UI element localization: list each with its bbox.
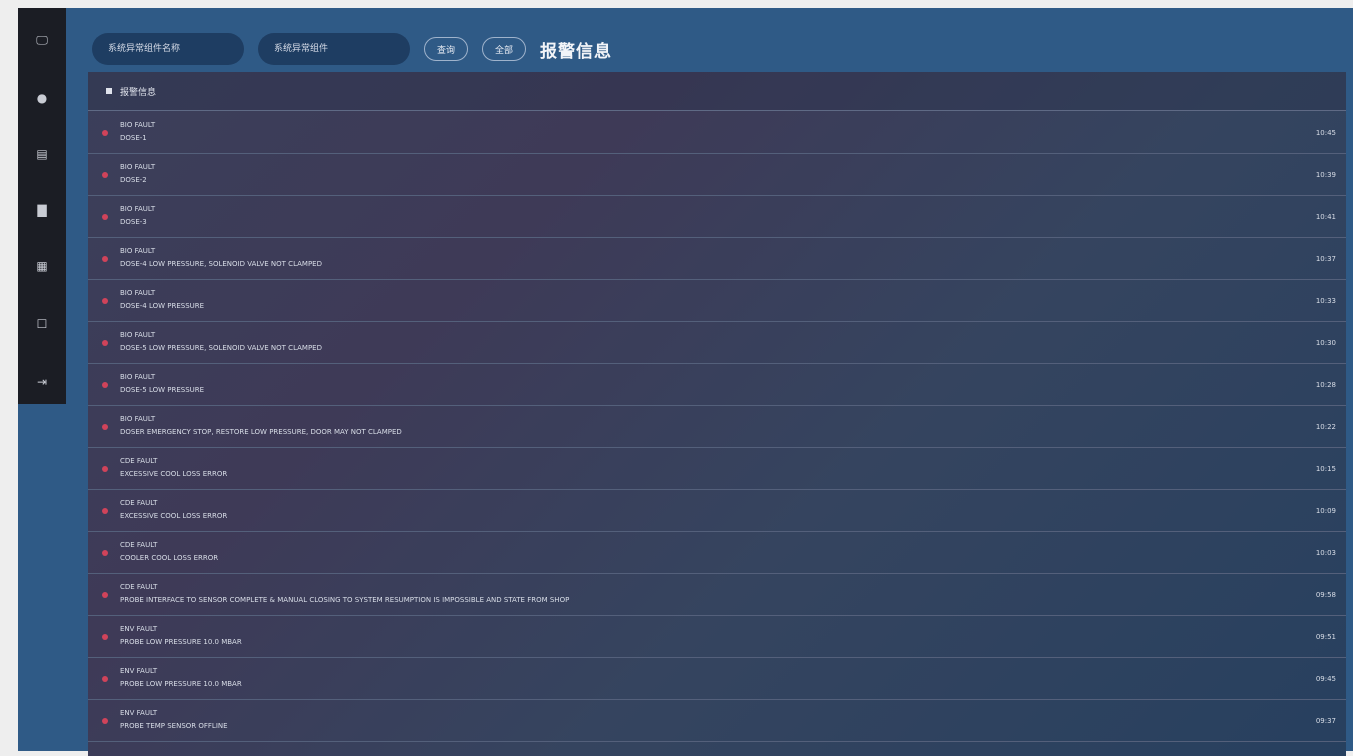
alarm-code: CDE FAULT [120,541,158,549]
alarm-row[interactable]: ENV FAULT PROBE LOW PRESSURE 10.0 MBAR 09:… [88,658,1346,700]
alarm-panel: 报警信息 BIO FAULT DOSE-1 10:45 BIO FAULT DOSE-2… [88,72,1346,756]
logout-icon[interactable]: ⇥ [30,370,54,394]
alarm-dot-icon [102,718,108,724]
alarm-row[interactable]: CDE FAULT PROBE INTERFACE TO SENSOR COMPL… [88,574,1346,616]
alarm-code: BIO FAULT [120,121,156,129]
folder-icon[interactable]: ▤ [30,142,54,166]
alarm-code: BIO FAULT [120,163,156,171]
alarm-time: 10:03 [1315,549,1336,557]
all-button[interactable]: 全部 [482,37,527,61]
alarm-row[interactable]: BIO FAULT DOSER EMERGENCY STOP, RESTORE L… [88,406,1346,448]
panel-header-label: 报警信息 [120,87,157,98]
alarm-message: EXCESSIVE COOL LOSS ERROR [120,512,228,520]
monitor-icon[interactable]: 🖵 [30,28,54,52]
component-search-input[interactable] [258,33,410,65]
alarm-dot-icon [102,466,108,472]
query-button[interactable]: 查询 [424,37,469,61]
alarm-row[interactable]: CDE FAULT COOLER COOL LOSS ERROR 10:03 [88,532,1346,574]
alarm-time: 10:15 [1315,465,1336,473]
alarm-row[interactable]: BIO FAULT DOSE-4 LOW PRESSURE 10:33 [88,280,1346,322]
alarm-message: DOSE-3 [120,218,147,226]
alarm-time: 09:51 [1315,633,1336,641]
alarm-message: DOSE-4 LOW PRESSURE, SOLENOID VALVE NOT … [120,260,322,268]
alarm-time: 09:45 [1315,675,1336,683]
alarm-message: PROBE LOW PRESSURE 10.0 MBAR [120,638,242,646]
sidebar: 🖵 ● ▤ ▇ ▦ ☐ ⇥ [18,8,66,404]
alarm-row[interactable]: BIO FAULT DOSE-1 10:45 [88,112,1346,154]
alarm-dot-icon [102,256,108,262]
component-name-search-input[interactable] [92,33,244,65]
alarm-row[interactable]: ENV FAULT PROBE TEMP SENSOR OFFLINE 09:37 [88,700,1346,742]
alarm-code: CDE FAULT [120,583,158,591]
alarm-dot-icon [102,676,108,682]
alarm-time: 10:41 [1315,213,1336,221]
alarm-time: 10:09 [1315,507,1336,515]
alarm-code: BIO FAULT [120,247,156,255]
alarm-row[interactable]: BIO FAULT DOSE-4 LOW PRESSURE, SOLENOID V… [88,238,1346,280]
alarm-list: BIO FAULT DOSE-1 10:45 BIO FAULT DOSE-2 10:39… [88,112,1346,742]
alarm-dot-icon [102,382,108,388]
alarm-message: DOSE-1 [120,134,147,142]
alarm-row[interactable]: BIO FAULT DOSE-5 LOW PRESSURE 10:28 [88,364,1346,406]
alarm-time: 09:37 [1315,717,1336,725]
alarm-message: DOSER EMERGENCY STOP, RESTORE LOW PRESSU… [120,428,402,436]
alarm-code: ENV FAULT [120,667,158,675]
toolbar: 查询 全部 报警信息 [92,30,1342,68]
alarm-message: PROBE TEMP SENSOR OFFLINE [120,722,228,730]
alarm-time: 10:39 [1315,171,1336,179]
page-title: 报警信息 [540,41,613,62]
alarm-message: DOSE-5 LOW PRESSURE [120,386,205,394]
alarm-time: 09:58 [1315,591,1336,599]
alarm-dot-icon [102,298,108,304]
app-window: 🖵 ● ▤ ▇ ▦ ☐ ⇥ 查询 全部 报警信息 报警信息 BIO FAULT DOSE-1 1… [18,8,1353,756]
alarm-dot-icon [102,550,108,556]
alarm-message: COOLER COOL LOSS ERROR [120,554,219,562]
alarm-code: BIO FAULT [120,289,156,297]
alarm-code: BIO FAULT [120,373,156,381]
alarm-message: PROBE INTERFACE TO SENSOR COMPLETE & MAN… [120,596,570,604]
alarm-code: CDE FAULT [120,499,158,507]
panel-header: 报警信息 [88,72,1346,111]
alarm-row[interactable]: BIO FAULT DOSE-2 10:39 [88,154,1346,196]
alarm-code: ENV FAULT [120,709,158,717]
alarm-dot-icon [102,508,108,514]
alarm-dot-icon [102,214,108,220]
alarm-time: 10:45 [1315,129,1336,137]
square-bullet-icon [106,88,112,94]
alarm-time: 10:22 [1315,423,1336,431]
alarm-message: DOSE-4 LOW PRESSURE [120,302,205,310]
alarm-row[interactable]: BIO FAULT DOSE-3 10:41 [88,196,1346,238]
alarm-time: 10:33 [1315,297,1336,305]
alarm-time: 10:28 [1315,381,1336,389]
alarm-dot-icon [102,130,108,136]
document-icon[interactable]: ▇ [30,198,54,222]
alarm-row[interactable]: CDE FAULT EXCESSIVE COOL LOSS ERROR 10:15 [88,448,1346,490]
alarm-message: DOSE-5 LOW PRESSURE, SOLENOID VALVE NOT … [120,344,322,352]
alarm-row[interactable]: CDE FAULT EXCESSIVE COOL LOSS ERROR 10:09 [88,490,1346,532]
calendar-icon[interactable]: ☐ [30,312,54,336]
alarm-code: ENV FAULT [120,625,158,633]
alarm-message: EXCESSIVE COOL LOSS ERROR [120,470,228,478]
alarm-time: 10:30 [1315,339,1336,347]
gauge-icon[interactable]: ● [30,86,54,110]
alarm-code: CDE FAULT [120,457,158,465]
alarm-dot-icon [102,424,108,430]
alarm-code: BIO FAULT [120,415,156,423]
report-icon[interactable]: ▦ [30,254,54,278]
alarm-dot-icon [102,634,108,640]
alarm-row[interactable]: ENV FAULT PROBE LOW PRESSURE 10.0 MBAR 09:… [88,616,1346,658]
alarm-dot-icon [102,172,108,178]
alarm-row[interactable]: BIO FAULT DOSE-5 LOW PRESSURE, SOLENOID V… [88,322,1346,364]
alarm-code: BIO FAULT [120,205,156,213]
alarm-dot-icon [102,340,108,346]
alarm-message: PROBE LOW PRESSURE 10.0 MBAR [120,680,242,688]
alarm-time: 10:37 [1315,255,1336,263]
alarm-dot-icon [102,592,108,598]
alarm-message: DOSE-2 [120,176,147,184]
alarm-code: BIO FAULT [120,331,156,339]
